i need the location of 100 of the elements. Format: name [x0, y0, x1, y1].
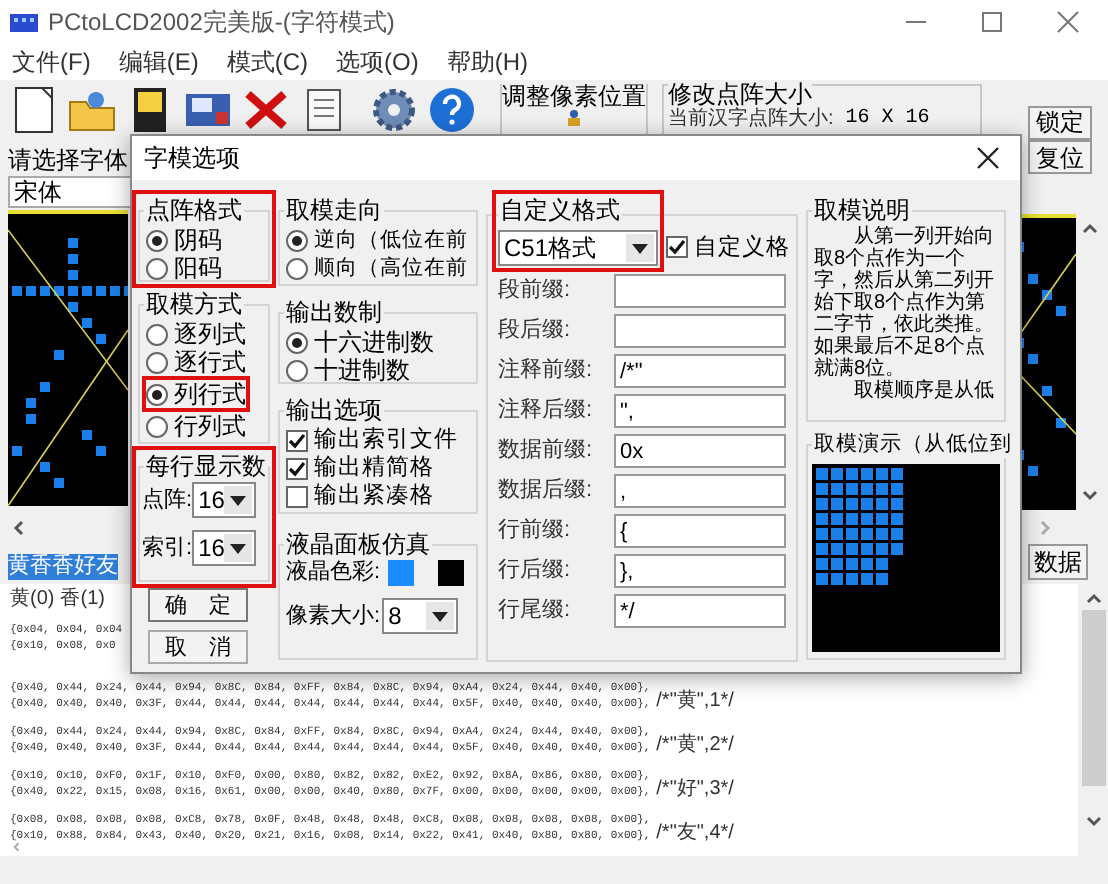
text-field[interactable]: },: [614, 554, 786, 588]
radio-button[interactable]: [286, 331, 308, 353]
radio-button[interactable]: [146, 383, 168, 405]
radio-label: 行列式: [174, 412, 246, 440]
checkbox-label: 输出紧凑格: [314, 482, 434, 510]
text-field[interactable]: {: [614, 514, 786, 548]
color-swatch[interactable]: [438, 560, 465, 586]
text-field[interactable]: 0x: [614, 434, 786, 468]
panel-title: 修改点阵大小: [668, 82, 812, 108]
dropdown[interactable]: C51格式: [498, 230, 658, 266]
menu-item[interactable]: 文件(F): [12, 44, 91, 80]
radio-button[interactable]: [286, 257, 308, 279]
color-swatch[interactable]: [388, 560, 415, 586]
code-comment: /*"黄",2*/: [656, 736, 734, 754]
close-icon: [976, 146, 1000, 170]
radio-label: 十六进制数: [314, 328, 434, 356]
menu-item[interactable]: 帮助(H): [446, 44, 528, 80]
text-field[interactable]: ",: [614, 394, 786, 428]
text-field[interactable]: ,: [614, 474, 786, 508]
window-title: PCtoLCD2002完美版-(字符模式): [48, 6, 395, 40]
help-icon: [426, 84, 478, 136]
dialog-title: 字模选项: [144, 142, 240, 176]
text-field[interactable]: [614, 274, 786, 308]
group-title: 每行显示数: [144, 452, 268, 480]
radio-label: 逐列式: [174, 320, 246, 348]
radio-button[interactable]: [146, 229, 168, 251]
group-title: 自定义格式: [498, 196, 622, 224]
code-comment: /*"好",3*/: [656, 780, 734, 798]
field-label: 请选择字体: [8, 144, 130, 176]
caret-icon: [230, 495, 247, 505]
radio-button[interactable]: [146, 323, 168, 345]
radio-label: 顺向（高位在前: [314, 254, 468, 282]
dropdown[interactable]: 8: [382, 598, 459, 634]
field-label: 行后缀:: [498, 558, 573, 584]
code-comment: /*"友",4*/: [656, 824, 734, 842]
radio-label: 列行式: [174, 380, 246, 408]
field-label: 数据后缀:: [498, 478, 595, 504]
group-title: 输出数制: [284, 298, 384, 326]
group-title: 输出选项: [284, 396, 384, 424]
menu-item[interactable]: 选项(O): [336, 44, 419, 80]
field-label: 行前缀:: [498, 518, 573, 544]
checkbox-label: 输出精简格: [314, 454, 434, 482]
radio-button[interactable]: [146, 257, 168, 279]
text-field[interactable]: /*": [614, 354, 786, 388]
group-title: 取模说明: [812, 196, 912, 224]
clear-data-button[interactable]: 数据: [1028, 544, 1088, 580]
group-title: 点阵格式: [144, 196, 244, 224]
field-label: 液晶色彩:: [286, 560, 381, 586]
reset-button[interactable]: 复位: [1028, 140, 1092, 174]
radio-button[interactable]: [146, 415, 168, 437]
person-icon: [566, 110, 582, 126]
size-label: 当前汉字点阵大小:: [668, 108, 834, 130]
field-label: 段后缀:: [498, 318, 573, 344]
field-label: 段前缀:: [498, 278, 573, 304]
field-label: 注释后缀:: [498, 398, 595, 424]
lock-button[interactable]: 锁定: [1028, 105, 1092, 139]
radio-label: 十进制数: [314, 356, 410, 384]
char-tab[interactable]: 黄(0): [10, 588, 55, 610]
checkbox-label: 输出索引文件: [314, 426, 458, 454]
field-label: 像素大小:: [286, 603, 381, 629]
size-value: 16 X 16: [845, 108, 930, 130]
checkbox[interactable]: [286, 485, 308, 507]
group-title: 液晶面板仿真: [284, 530, 432, 558]
code-comment: /*"黄",1*/: [656, 692, 734, 710]
caret-icon: [230, 543, 247, 553]
app-icon: [8, 8, 40, 36]
group-title: 取模演示（从低位到: [812, 430, 1014, 458]
dropdown[interactable]: 16: [192, 482, 257, 518]
field-label: 注释前缀:: [498, 358, 595, 384]
radio-label: 阳码: [174, 254, 222, 282]
checkbox[interactable]: [666, 236, 688, 258]
text-field[interactable]: */: [614, 594, 786, 628]
close-icon: [1056, 10, 1080, 34]
field-label: 点阵:: [142, 487, 193, 513]
field-label: 数据前缀:: [498, 438, 595, 464]
menu-item[interactable]: 编辑(E): [118, 44, 199, 80]
radio-button[interactable]: [146, 351, 168, 373]
radio-label: 逐行式: [174, 348, 246, 376]
radio-label: 逆向（低位在前: [314, 226, 468, 254]
cancel-button[interactable]: 取 消: [148, 630, 248, 664]
maximize-icon: [980, 10, 1004, 34]
description-text: 从第一列开始向取8个点作为一个字，然后从第二列开始下取8个点作为第二字节，依此类推。如果最后不足8个点就满8位。: [814, 226, 996, 380]
radio-label: 阴码: [174, 226, 222, 254]
dropdown[interactable]: 16: [192, 530, 257, 566]
checkbox-label: 自定义格: [694, 233, 790, 261]
group-title: 取模走向: [284, 196, 384, 224]
caret-icon: [432, 611, 449, 621]
font-dropdown[interactable]: 宋体: [8, 176, 132, 208]
text-field[interactable]: [614, 314, 786, 348]
radio-button[interactable]: [286, 229, 308, 251]
char-tab[interactable]: 香(1): [60, 588, 105, 610]
field-label: 行尾缀:: [498, 598, 573, 624]
ok-button[interactable]: 确 定: [148, 588, 248, 622]
checkbox[interactable]: [286, 457, 308, 479]
radio-button[interactable]: [286, 359, 308, 381]
menu-item[interactable]: 模式(C): [226, 44, 308, 80]
checkbox[interactable]: [286, 429, 308, 451]
caret-icon: [632, 243, 648, 253]
input-text[interactable]: 黄香香好友: [8, 553, 118, 579]
scrollbar-thumb[interactable]: [1081, 610, 1105, 786]
